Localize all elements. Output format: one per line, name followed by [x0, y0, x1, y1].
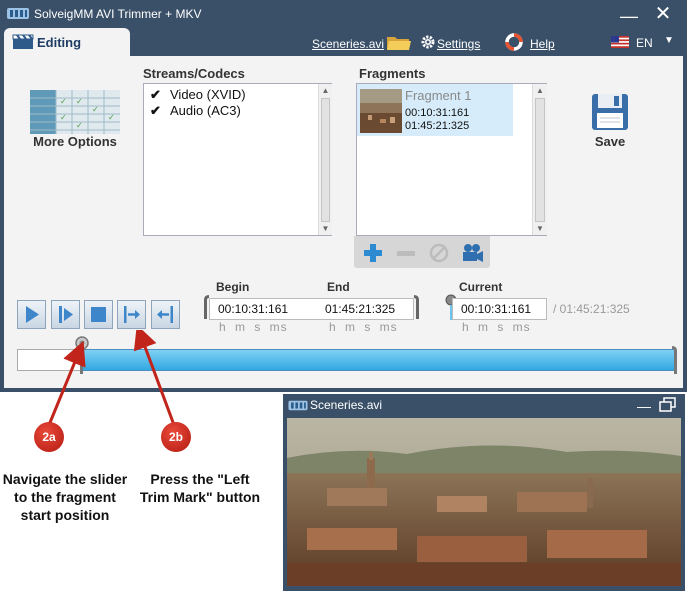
- current-units-hint: h m s ms: [462, 320, 531, 334]
- current-label: Current: [459, 280, 503, 294]
- checkbox-checked-icon[interactable]: ✔: [150, 87, 164, 103]
- stop-button[interactable]: [84, 300, 113, 329]
- options-table-icon[interactable]: ✓ ✓ ✓ ✓ ✓ ✓: [30, 90, 120, 134]
- scroll-down-icon[interactable]: ▼: [319, 224, 332, 233]
- video-frame-image: [287, 418, 681, 586]
- begin-time-input[interactable]: 00:10:31:161: [218, 302, 288, 316]
- us-flag-icon: [611, 36, 629, 48]
- scroll-up-icon[interactable]: ▲: [319, 86, 332, 95]
- minus-icon[interactable]: [392, 240, 420, 266]
- floppy-disk-icon[interactable]: [590, 92, 630, 132]
- end-marker-icon: [414, 295, 419, 319]
- checkbox-checked-icon[interactable]: ✔: [150, 103, 164, 119]
- scroll-down-icon[interactable]: ▼: [533, 224, 547, 233]
- fragment-name: Fragment 1: [405, 88, 472, 103]
- close-button[interactable]: ✕: [648, 2, 678, 26]
- scrollbar-thumb[interactable]: [535, 98, 545, 222]
- video-window-title: Sceneries.avi: [310, 398, 383, 412]
- file-name-link[interactable]: Sceneries.avi: [312, 37, 384, 51]
- annotation-badge-2b: 2b: [161, 422, 191, 452]
- more-options-button[interactable]: More Options: [30, 134, 120, 149]
- camera-icon[interactable]: [458, 240, 486, 266]
- fragment-end-time: 01:45:21:325: [405, 120, 470, 132]
- next-frame-button[interactable]: [51, 300, 80, 329]
- chevron-down-icon[interactable]: ▼: [664, 35, 674, 46]
- streams-scrollbar[interactable]: ▲ ▼: [318, 84, 332, 235]
- scrollbar-thumb[interactable]: [321, 98, 330, 222]
- right-trim-mark-button[interactable]: [151, 300, 180, 329]
- clapperboard-icon: [12, 34, 34, 49]
- stream-audio[interactable]: ✔ Audio (AC3): [150, 103, 241, 119]
- annotation-badge-2a: 2a: [34, 422, 64, 452]
- fragment-thumbnail: [360, 89, 402, 133]
- no-sign-icon[interactable]: [425, 240, 453, 266]
- play-icon: [26, 306, 39, 323]
- svg-text:✓: ✓: [60, 97, 67, 106]
- help-link[interactable]: Help: [530, 37, 555, 51]
- fragments-title: Fragments: [359, 66, 426, 81]
- end-time-input[interactable]: 01:45:21:325: [325, 302, 395, 316]
- window-title: SolveigMM AVI Trimmer + MKV: [34, 7, 202, 21]
- folder-icon[interactable]: [386, 34, 412, 51]
- annotation-text-2b: Press the "Left Trim Mark" button: [139, 471, 261, 505]
- step-forward-icon: [59, 306, 73, 323]
- end-label: End: [327, 280, 350, 294]
- video-minimize-button[interactable]: —: [634, 398, 654, 414]
- fragment-start-time: 00:10:31:161: [405, 107, 470, 119]
- lifebuoy-icon[interactable]: [505, 33, 523, 51]
- svg-text:✓: ✓: [76, 121, 83, 130]
- fragments-scrollbar[interactable]: ▲ ▼: [532, 84, 547, 235]
- left-trim-mark-button[interactable]: [117, 300, 146, 329]
- svg-text:✓: ✓: [60, 113, 67, 122]
- minimize-button[interactable]: —: [614, 2, 644, 26]
- stop-icon: [91, 307, 106, 322]
- svg-text:✓: ✓: [92, 105, 99, 114]
- scroll-up-icon[interactable]: ▲: [533, 86, 547, 95]
- film-strip-icon: [7, 8, 29, 19]
- end-units-hint: h m s ms: [329, 320, 398, 334]
- play-button[interactable]: [17, 300, 46, 329]
- gear-icon[interactable]: [420, 34, 436, 50]
- annotation-text-2a: Navigate the slider to the fragment star…: [2, 471, 128, 523]
- language-selector[interactable]: EN: [636, 36, 653, 50]
- svg-text:✓: ✓: [76, 97, 83, 106]
- restore-icon[interactable]: [659, 397, 677, 413]
- annotation-arrows: [47, 330, 176, 426]
- plus-icon[interactable]: [359, 240, 387, 266]
- right-trim-icon: [157, 306, 173, 323]
- streams-codecs-title: Streams/Codecs: [143, 66, 245, 81]
- slider-right-bracket-icon: [672, 346, 677, 374]
- total-duration: / 01:45:21:325: [553, 302, 630, 316]
- stream-video[interactable]: ✔ Video (XVID): [150, 87, 246, 103]
- save-button[interactable]: Save: [590, 134, 630, 149]
- tab-editing-label: Editing: [37, 35, 82, 50]
- begin-label: Begin: [216, 280, 250, 294]
- current-time-input[interactable]: 00:10:31:161: [461, 302, 531, 316]
- settings-link[interactable]: Settings: [437, 37, 480, 51]
- left-trim-icon: [124, 306, 140, 323]
- svg-text:✓: ✓: [108, 113, 115, 122]
- film-strip-icon: [288, 400, 308, 411]
